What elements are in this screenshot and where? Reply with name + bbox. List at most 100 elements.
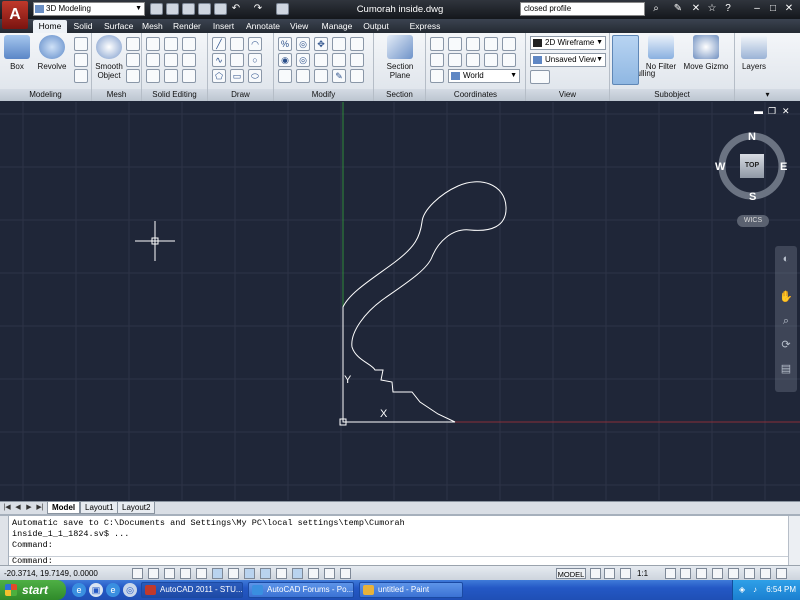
closed-profile[interactable] [342,181,507,423]
union-icon[interactable] [146,37,160,51]
tools-icon[interactable]: ✎ [672,3,684,15]
save-as-icon[interactable] [198,3,211,15]
cursor-coordinates[interactable]: -20.3714, 19.7149, 0.0000 [4,567,98,580]
panel-label-coordinates[interactable]: Coordinates [426,89,525,101]
3d-object-snap-icon[interactable] [228,568,239,579]
ucs-icon[interactable] [430,37,444,51]
pan-hand-icon[interactable]: ✋ [779,290,793,304]
workspace-switcher[interactable]: 3D Modeling ▼ [33,2,145,16]
drawing-area[interactable]: Y X ▬ ❐ ✕ TOP N S E W WICS ◐ ✋ ⌕ ⟳ ▤ [0,102,800,500]
shell-icon[interactable] [182,53,196,67]
ucs-3point-icon[interactable] [502,37,516,51]
subtract-icon[interactable] [146,53,160,67]
culling-button[interactable] [612,35,639,85]
ie-quicklaunch-icon[interactable]: e [106,583,120,597]
search-icon[interactable]: ⌕ [650,3,662,15]
annotation-scale[interactable]: 1:1 [637,567,648,580]
ucs-dropdown[interactable]: World ▼ [448,69,520,83]
wcs-menu[interactable]: WICS [737,215,769,227]
command-scrollbar[interactable] [788,516,800,565]
slice-icon[interactable] [164,69,178,83]
lineweight-icon[interactable] [292,568,303,579]
ucs-world-icon[interactable] [448,37,462,51]
ucs-previous-icon[interactable] [430,69,444,83]
ucs-face-icon[interactable] [448,53,462,67]
compass-west[interactable]: W [715,161,725,173]
exchange-icon[interactable]: ✕ [690,3,702,15]
favorites-icon[interactable]: ☆ [706,3,718,15]
tab-surface[interactable]: Surface [101,20,134,33]
panel-label-draw[interactable]: Draw [208,89,273,101]
3d-align-icon[interactable]: ◉ [278,53,292,67]
no-filter-button[interactable]: No Filter [643,35,679,71]
annotation-visibility-icon[interactable] [665,568,676,579]
quick-properties-icon[interactable] [324,568,335,579]
steering-wheel-icon[interactable]: ◐ [779,252,793,266]
object-snap-tracking-icon[interactable] [244,568,255,579]
annotation-scale-icon[interactable] [620,568,631,579]
search-input[interactable]: closed profile [520,2,645,16]
tab-output[interactable]: Output [360,20,392,33]
revolve-button[interactable]: Revolve [34,35,70,71]
start-button[interactable]: start [0,580,66,600]
tab-view[interactable]: View [287,20,311,33]
array-icon[interactable] [296,69,310,83]
maximize-button[interactable]: □ [766,2,780,15]
move-icon[interactable]: ✥ [314,37,328,51]
new-file-icon[interactable] [150,3,163,15]
application-menu-logo[interactable]: A [2,1,28,29]
zoom-icon[interactable]: ⌕ [779,314,793,328]
prev-layout-icon[interactable]: ◀ [13,503,23,513]
ucs-x-icon[interactable] [484,53,498,67]
volume-icon[interactable]: ♪ [753,580,757,600]
separate-icon[interactable] [182,37,196,51]
tab-render[interactable]: Render [170,20,203,33]
helix-icon[interactable] [230,53,244,67]
viewport-config-icon[interactable] [530,70,550,84]
align-icon[interactable] [350,37,364,51]
tab-solid[interactable]: Solid [70,20,96,33]
viewport-restore-icon[interactable]: ❐ [768,106,776,117]
ellipse-icon[interactable]: ⬭ [248,69,262,83]
polygon-icon[interactable]: ⬠ [212,69,226,83]
fillet-icon[interactable] [332,53,346,67]
grid-display-icon[interactable] [164,568,175,579]
isolate-objects-icon[interactable] [744,568,755,579]
layers-button[interactable]: Layers [739,35,769,71]
next-layout-icon[interactable]: ▶ [24,503,34,513]
rectangle-icon[interactable]: ▭ [230,69,244,83]
mirror-icon[interactable] [278,69,292,83]
save-icon[interactable] [182,3,195,15]
dynamic-input-icon[interactable] [276,568,287,579]
sweep-icon[interactable] [74,69,88,83]
status-tray-settings-icon[interactable] [760,568,771,579]
extrude-faces-icon[interactable] [164,53,178,67]
smooth-object-button[interactable]: Smooth Object [94,35,124,80]
panel-label-view[interactable]: View [526,89,609,101]
polar-tracking-icon[interactable] [196,568,207,579]
box-button[interactable]: Box [2,35,32,71]
viewport-close-icon[interactable]: ✕ [782,106,790,117]
task-autocad[interactable]: AutoCAD 2011 - STU... [141,582,243,598]
quick-view-drawings-icon[interactable] [604,568,615,579]
viewcube-top-face[interactable]: TOP [740,154,764,178]
panel-label-solid-editing[interactable]: Solid Editing [142,89,207,101]
orbit-icon[interactable]: ⟳ [779,338,793,352]
ucs-y-icon[interactable] [502,53,516,67]
panel-label-layers[interactable]: ▾ [735,89,800,101]
ucs-z-icon[interactable] [484,37,498,51]
saved-view-dropdown[interactable]: Unsaved View ▼ [530,53,606,67]
rotate-icon[interactable] [332,37,346,51]
3d-move-icon[interactable]: % [278,37,292,51]
compass-east[interactable]: E [780,161,787,173]
section-plane-button[interactable]: Section Plane [380,35,420,80]
3d-array-icon[interactable]: ◎ [296,53,310,67]
task-autocad-forums[interactable]: AutoCAD Forums - Po... [248,582,354,598]
first-layout-icon[interactable]: |◀ [2,503,12,513]
tab-model[interactable]: Model [47,502,81,514]
panel-label-modeling[interactable]: Modeling [0,89,91,101]
extract-edges-icon[interactable] [164,37,178,51]
redo-icon[interactable]: ↷ [252,3,264,15]
transparency-icon[interactable] [308,568,319,579]
clean-screen-icon[interactable] [776,568,787,579]
